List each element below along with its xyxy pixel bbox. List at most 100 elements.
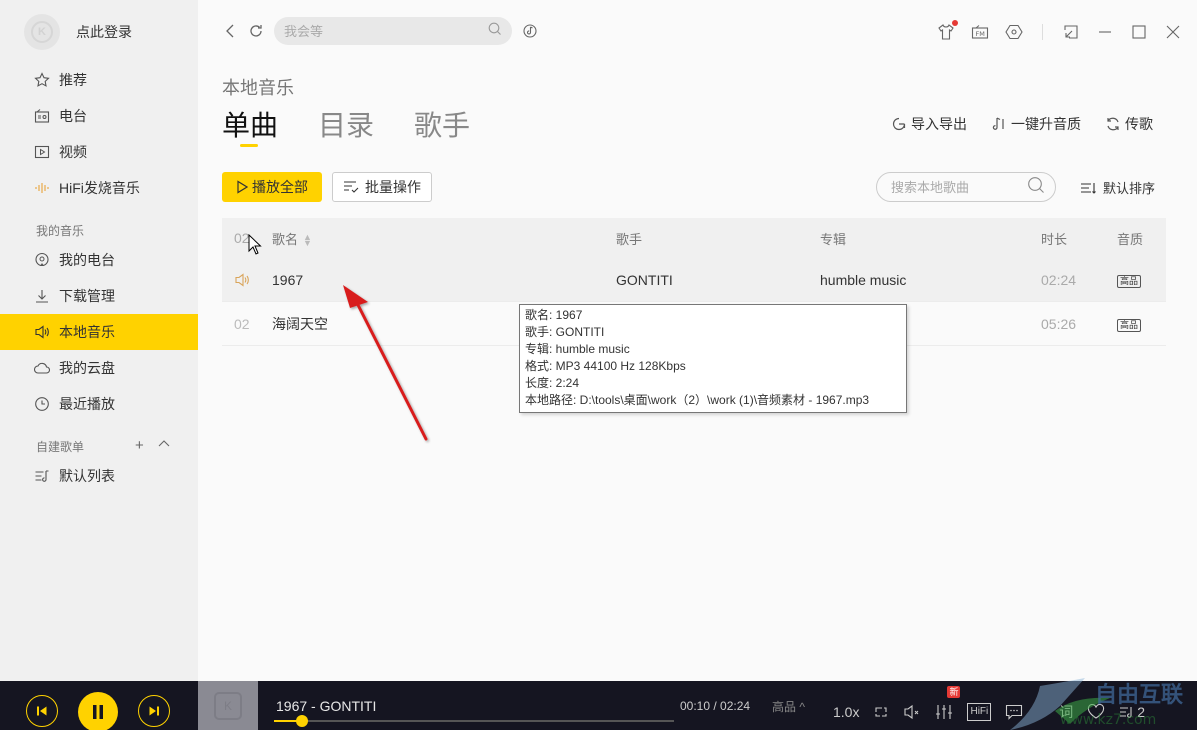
- song-info-tooltip: 歌名: 1967 歌手: GONTITI 专辑: humble music 格式…: [519, 304, 907, 413]
- fm-icon[interactable]: FM: [970, 22, 990, 42]
- mouse-cursor-icon: [248, 234, 262, 255]
- new-badge: 新: [947, 686, 961, 698]
- notification-dot: [952, 20, 958, 26]
- search-icon[interactable]: [1027, 176, 1045, 199]
- sidebar-item-radio[interactable]: 电台: [0, 98, 198, 134]
- sidebar-item-label: 下载管理: [59, 288, 115, 304]
- sidebar-item-recommend[interactable]: 推荐: [0, 62, 198, 98]
- sidebar-item-label: 最近播放: [59, 396, 115, 412]
- sidebar: K 点此登录 推荐 电台 视频 HiFi发烧音乐 我的音乐 我的电台 下载管理 …: [0, 0, 198, 681]
- skin-icon[interactable]: [936, 20, 958, 42]
- login-label[interactable]: 点此登录: [76, 22, 132, 42]
- sidebar-item-video[interactable]: 视频: [0, 134, 198, 170]
- header-song-name[interactable]: 歌名 ▲ ▼: [272, 229, 312, 248]
- play-queue-button[interactable]: 2: [1119, 703, 1145, 721]
- transfer-songs-button[interactable]: 传歌: [1105, 114, 1153, 134]
- play-all-button[interactable]: 播放全部: [222, 172, 322, 202]
- album-cover[interactable]: K: [198, 681, 258, 730]
- transfer-songs-label: 传歌: [1125, 116, 1153, 132]
- batch-operation-button[interactable]: 批量操作: [332, 172, 432, 202]
- sidebar-item-default-playlist[interactable]: 默认列表: [0, 458, 198, 494]
- volume-mute-icon[interactable]: [903, 703, 921, 721]
- header-artist[interactable]: 歌手: [616, 229, 642, 248]
- sidebar-item-label: 本地音乐: [59, 324, 115, 340]
- sidebar-item-hifi[interactable]: HiFi发烧音乐: [0, 170, 198, 206]
- global-search-bar[interactable]: [274, 17, 512, 45]
- maximize-icon[interactable]: [1129, 22, 1149, 42]
- progress-bar[interactable]: [274, 715, 674, 727]
- favorite-heart-icon[interactable]: [1087, 703, 1105, 721]
- sidebar-item-label: 电台: [59, 108, 87, 124]
- video-icon: [34, 144, 50, 160]
- sort-label: 默认排序: [1103, 181, 1156, 196]
- now-playing-title[interactable]: 1967 - GONTITI: [276, 698, 376, 714]
- logo-icon: K: [31, 21, 53, 43]
- batch-list-icon: [344, 181, 359, 193]
- tab-songs[interactable]: 单曲: [222, 104, 278, 148]
- header-duration[interactable]: 时长: [1041, 229, 1067, 248]
- refresh-button[interactable]: [246, 21, 266, 41]
- song-name[interactable]: 海阔天空: [272, 314, 328, 334]
- collapse-playlists-button[interactable]: [158, 437, 170, 454]
- equalizer-icon[interactable]: 新: [935, 686, 961, 721]
- song-name[interactable]: 1967: [272, 272, 303, 288]
- login-area[interactable]: K 点此登录: [24, 14, 132, 50]
- music-recognition-button[interactable]: [520, 21, 540, 41]
- avatar[interactable]: K: [24, 14, 60, 50]
- header-quality[interactable]: 音质: [1117, 229, 1143, 248]
- sidebar-item-downloads[interactable]: 下载管理: [0, 278, 198, 314]
- play-all-label: 播放全部: [252, 179, 308, 195]
- cover-placeholder-icon: K: [214, 691, 242, 720]
- download-icon: [34, 288, 50, 304]
- sort-button[interactable]: 默认排序: [1080, 178, 1155, 197]
- upgrade-quality-button[interactable]: 一键升音质: [991, 114, 1081, 134]
- next-track-icon: [149, 706, 159, 716]
- queue-count: 2: [1137, 704, 1146, 720]
- tab-folders[interactable]: 目录: [318, 104, 374, 148]
- sidebar-item-recent[interactable]: 最近播放: [0, 386, 198, 422]
- next-button[interactable]: [138, 695, 170, 727]
- sidebar-item-label: 我的电台: [59, 252, 115, 268]
- sidebar-item-my-radio[interactable]: 我的电台: [0, 242, 198, 278]
- minimize-icon[interactable]: [1095, 22, 1115, 42]
- tab-artists[interactable]: 歌手: [414, 104, 470, 148]
- upgrade-quality-label: 一键升音质: [1011, 116, 1081, 132]
- table-row[interactable]: 1967 GONTITI humble music 02:24 高品: [222, 258, 1166, 302]
- music-note-icon: [992, 117, 1004, 130]
- play-icon: [237, 180, 248, 194]
- settings-icon[interactable]: [1004, 22, 1024, 42]
- now-playing-speaker-icon: [234, 272, 250, 291]
- tab-bar: 单曲 目录 歌手: [222, 104, 470, 148]
- previous-button[interactable]: [26, 695, 58, 727]
- sidebar-item-local-music[interactable]: 本地音乐: [0, 314, 198, 350]
- tooltip-artist: 歌手: GONTITI: [525, 325, 605, 339]
- sort-arrows-icon[interactable]: ▲ ▼: [303, 233, 312, 248]
- loop-mode-icon[interactable]: [873, 703, 889, 721]
- local-search-bar[interactable]: [876, 172, 1056, 202]
- local-search-input[interactable]: [891, 179, 1011, 195]
- comments-icon[interactable]: [1005, 703, 1023, 721]
- import-export-button[interactable]: 导入导出: [891, 114, 967, 134]
- pause-button[interactable]: [78, 692, 118, 730]
- global-search-input[interactable]: [284, 23, 464, 39]
- song-artist[interactable]: GONTITI: [616, 272, 673, 288]
- sidebar-item-cloud[interactable]: 我的云盘: [0, 350, 198, 386]
- back-button[interactable]: [220, 21, 240, 41]
- header-album[interactable]: 专辑: [820, 229, 846, 248]
- quality-selector[interactable]: 高品 ^: [772, 698, 805, 715]
- sidebar-item-label: 推荐: [59, 72, 87, 88]
- mini-mode-icon[interactable]: [1061, 22, 1081, 42]
- progress-handle[interactable]: [295, 715, 308, 727]
- song-album[interactable]: humble music: [820, 272, 906, 288]
- tooltip-song-name: 歌名: 1967: [525, 308, 583, 322]
- close-icon[interactable]: [1163, 22, 1183, 42]
- hifi-toggle[interactable]: HiFi: [967, 703, 992, 721]
- tooltip-album: 专辑: humble music: [525, 342, 630, 356]
- speaker-icon: [34, 324, 50, 340]
- quality-badge: 高品: [1117, 275, 1142, 288]
- search-icon[interactable]: [488, 22, 502, 41]
- table-header: 02 歌名 ▲ ▼ 歌手 专辑 时长 音质: [222, 218, 1166, 258]
- add-playlist-button[interactable]: +: [135, 437, 144, 454]
- playback-speed[interactable]: 1.0x: [833, 703, 859, 721]
- lyrics-button[interactable]: 词: [1059, 703, 1073, 721]
